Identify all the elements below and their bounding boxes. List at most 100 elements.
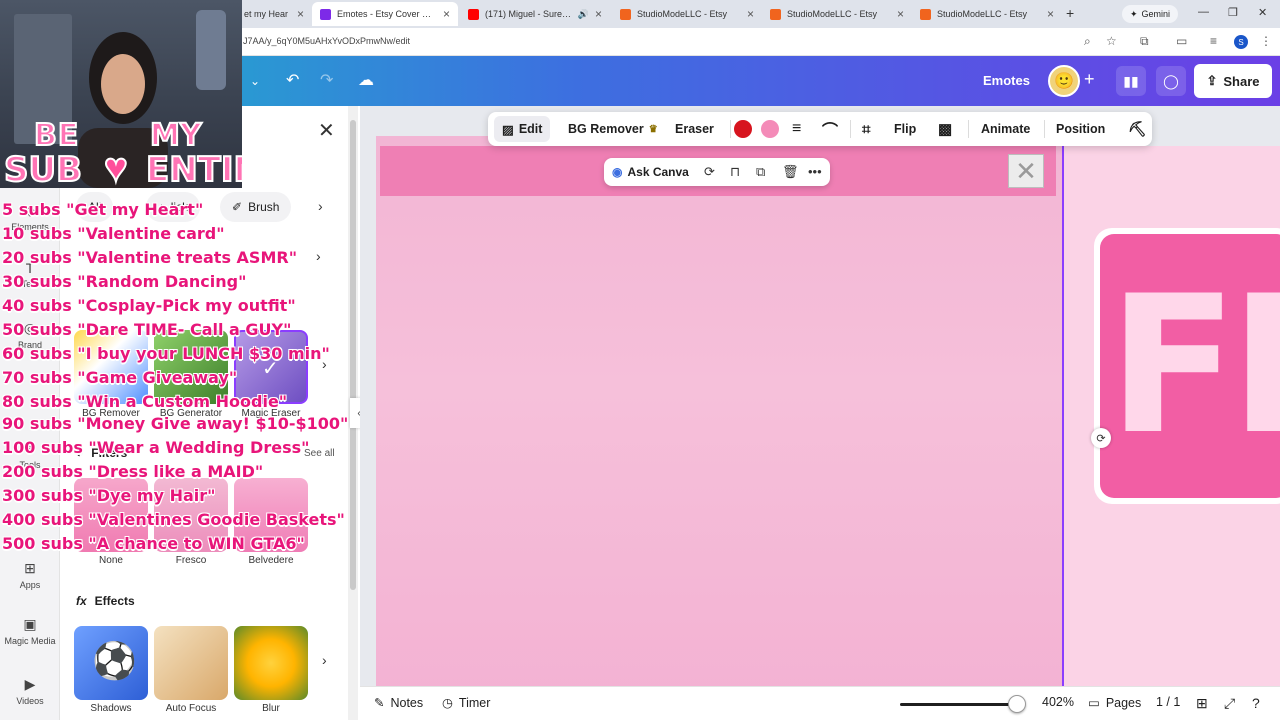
trash-icon[interactable]: 🗑 bbox=[782, 164, 799, 180]
cloud-save-icon[interactable]: ☁ bbox=[358, 70, 374, 90]
undo-icon[interactable]: ↶ bbox=[286, 70, 299, 90]
rail-item-apps[interactable]: ⊞ Apps bbox=[0, 560, 60, 590]
comment-icon[interactable]: ◯ bbox=[1156, 66, 1186, 96]
rail-item-videos[interactable]: ▶ Videos bbox=[0, 676, 60, 706]
browser-tab[interactable]: et my Hear × bbox=[236, 2, 312, 26]
restore-icon[interactable]: ❐ bbox=[1228, 6, 1238, 19]
timer-icon: ◷ bbox=[442, 696, 453, 710]
filter-label: Fresco bbox=[175, 555, 207, 566]
gemini-button[interactable]: ✦ Gemini bbox=[1122, 5, 1179, 23]
eraser-label: Eraser bbox=[675, 122, 714, 136]
chevron-right-icon[interactable]: › bbox=[316, 248, 321, 264]
position-button[interactable]: Position bbox=[1056, 112, 1105, 146]
close-icon[interactable]: × bbox=[297, 7, 304, 21]
zoom-level[interactable]: 402% bbox=[1042, 695, 1074, 709]
duplicate-icon[interactable]: ⧉ bbox=[756, 164, 765, 180]
filter-label: Belvedere bbox=[248, 555, 294, 566]
window-close-icon[interactable]: ✕ bbox=[1258, 6, 1267, 19]
close-icon[interactable]: × bbox=[897, 7, 904, 21]
effect-blur-thumb[interactable] bbox=[234, 626, 308, 700]
lock-icon[interactable]: ⊓ bbox=[730, 164, 740, 180]
eraser-button[interactable]: Eraser bbox=[675, 112, 714, 146]
design-page[interactable] bbox=[376, 136, 1064, 686]
more-icon[interactable]: ⋮ bbox=[1260, 34, 1272, 48]
sub-goal-item: 60 subs "I buy your LUNCH $30 min" bbox=[2, 344, 330, 363]
new-tab-icon[interactable]: + bbox=[1066, 5, 1074, 21]
canva-ai-icon: ◉ bbox=[612, 165, 623, 179]
zoom-icon[interactable]: ⌕ bbox=[1084, 34, 1091, 49]
reading-list-icon[interactable]: ≡ bbox=[1210, 34, 1217, 48]
close-icon[interactable]: × bbox=[443, 7, 450, 21]
editor-footer: ✎ Notes ◷ Timer 402% ▭ Pages 1 / 1 ⊞ ⤢ ? bbox=[360, 686, 1280, 720]
effect-label: Shadows bbox=[90, 703, 132, 714]
sub-goal-item: 70 subs "Game Giveaway" bbox=[2, 368, 238, 387]
bg-remover-button[interactable]: BG Remover ♛ bbox=[568, 112, 658, 146]
browser-tab[interactable]: (171) Miguel - Sure Thing 🔊 × bbox=[460, 2, 610, 26]
chevron-right-icon[interactable]: › bbox=[318, 198, 323, 214]
left-rail: ◇ Elements T Text ◎ Brand ✎ Tools ⊞ Apps… bbox=[0, 106, 60, 720]
border-style-icon[interactable]: ≡ bbox=[792, 112, 801, 146]
effect-shadows-thumb[interactable]: ⚽ bbox=[74, 626, 148, 700]
animate-button[interactable]: Animate bbox=[981, 112, 1030, 146]
paint-roller-icon[interactable]: ⛏ bbox=[1128, 112, 1147, 146]
chevron-right-icon[interactable]: › bbox=[322, 652, 327, 668]
design-title[interactable]: Emotes bbox=[983, 73, 1030, 88]
crop-icon[interactable]: ⌗ bbox=[862, 112, 870, 146]
position-label: Position bbox=[1056, 122, 1106, 136]
browser-tab-active[interactable]: Emotes - Etsy Cover Photo × bbox=[312, 2, 458, 26]
page-close-graphic-icon[interactable]: ✕ bbox=[1008, 154, 1044, 188]
more-options-icon[interactable]: ••• bbox=[808, 164, 822, 179]
comment-add-icon[interactable]: ⟳ bbox=[704, 164, 715, 180]
upload-icon: ⇪ bbox=[1206, 73, 1218, 88]
close-panel-icon[interactable]: ✕ bbox=[318, 118, 335, 143]
transparency-icon[interactable]: ▩ bbox=[938, 112, 952, 146]
rotate-handle-icon[interactable]: ⟳ bbox=[1091, 428, 1111, 448]
chip-brush[interactable]: ✐ Brush bbox=[220, 192, 292, 222]
avatar[interactable]: 🙂 bbox=[1048, 65, 1080, 97]
ask-canva-button[interactable]: ◉ Ask Canva bbox=[612, 158, 689, 186]
close-icon[interactable]: × bbox=[747, 7, 754, 21]
image-edit-toolbar: ▨ Edit BG Remover ♛ Eraser ≡ ⌒ ⌗ Flip ▩ … bbox=[488, 112, 1152, 146]
title-art-text[interactable]: FR bbox=[1100, 234, 1280, 498]
zoom-slider-handle[interactable] bbox=[1008, 695, 1026, 713]
flip-button[interactable]: Flip bbox=[894, 112, 916, 146]
pages-label: Pages bbox=[1105, 695, 1142, 710]
insights-chart-icon[interactable]: ▮▮ bbox=[1116, 66, 1146, 96]
add-collaborator-icon[interactable]: + bbox=[1084, 69, 1095, 90]
url-field[interactable]: J7AA/y_6qY0M5uAHxYvODxPmwNw/edit bbox=[243, 36, 410, 46]
redo-icon[interactable]: ↷ bbox=[320, 70, 333, 90]
chevron-down-icon[interactable]: ⌄ bbox=[250, 74, 260, 88]
panel-scrollbar-thumb[interactable] bbox=[350, 120, 356, 590]
rail-item-magic-media[interactable]: ▣ Magic Media bbox=[0, 616, 60, 646]
color-swatch-red[interactable] bbox=[734, 120, 752, 138]
extensions-icon[interactable]: ⧉ bbox=[1140, 34, 1149, 49]
cast-icon[interactable]: ▭ bbox=[1176, 34, 1187, 48]
corner-rounding-icon[interactable]: ⌒ bbox=[822, 112, 838, 146]
close-icon[interactable]: × bbox=[1047, 7, 1054, 21]
grid-view-icon[interactable]: ⊞ bbox=[1196, 695, 1208, 712]
tab-label: StudioModeLLC - Etsy bbox=[937, 9, 1028, 19]
notes-button[interactable]: ✎ Notes bbox=[374, 695, 423, 711]
pages-button[interactable]: ▭ Pages bbox=[1088, 695, 1142, 711]
browser-tab[interactable]: StudioModeLLC - Etsy × bbox=[762, 2, 912, 26]
fullscreen-icon[interactable]: ⤢ bbox=[1224, 695, 1235, 712]
edit-button[interactable]: ▨ Edit bbox=[494, 116, 551, 142]
tab-label: (171) Miguel - Sure Thing bbox=[485, 9, 572, 19]
help-icon[interactable]: ? bbox=[1252, 695, 1260, 711]
profile-avatar[interactable]: S bbox=[1234, 35, 1248, 49]
filter-label: None bbox=[99, 555, 123, 566]
fx-icon: fx bbox=[76, 594, 87, 608]
color-swatch-pink[interactable] bbox=[761, 120, 779, 138]
timer-button[interactable]: ◷ Timer bbox=[442, 695, 490, 711]
zoom-slider[interactable] bbox=[900, 703, 1018, 706]
effect-auto-focus-thumb[interactable] bbox=[154, 626, 228, 700]
close-icon[interactable]: × bbox=[595, 7, 602, 21]
share-button[interactable]: ⇪ Share bbox=[1194, 64, 1272, 98]
page-count: 1 / 1 bbox=[1156, 695, 1181, 709]
star-icon[interactable]: ☆ bbox=[1106, 34, 1117, 48]
ask-canva-label: Ask Canva bbox=[627, 165, 689, 179]
minimize-icon[interactable]: — bbox=[1198, 6, 1209, 18]
browser-tab[interactable]: StudioModeLLC - Etsy × bbox=[912, 2, 1062, 26]
browser-tab[interactable]: StudioModeLLC - Etsy × bbox=[612, 2, 762, 26]
chip-label: Brush bbox=[248, 200, 280, 214]
